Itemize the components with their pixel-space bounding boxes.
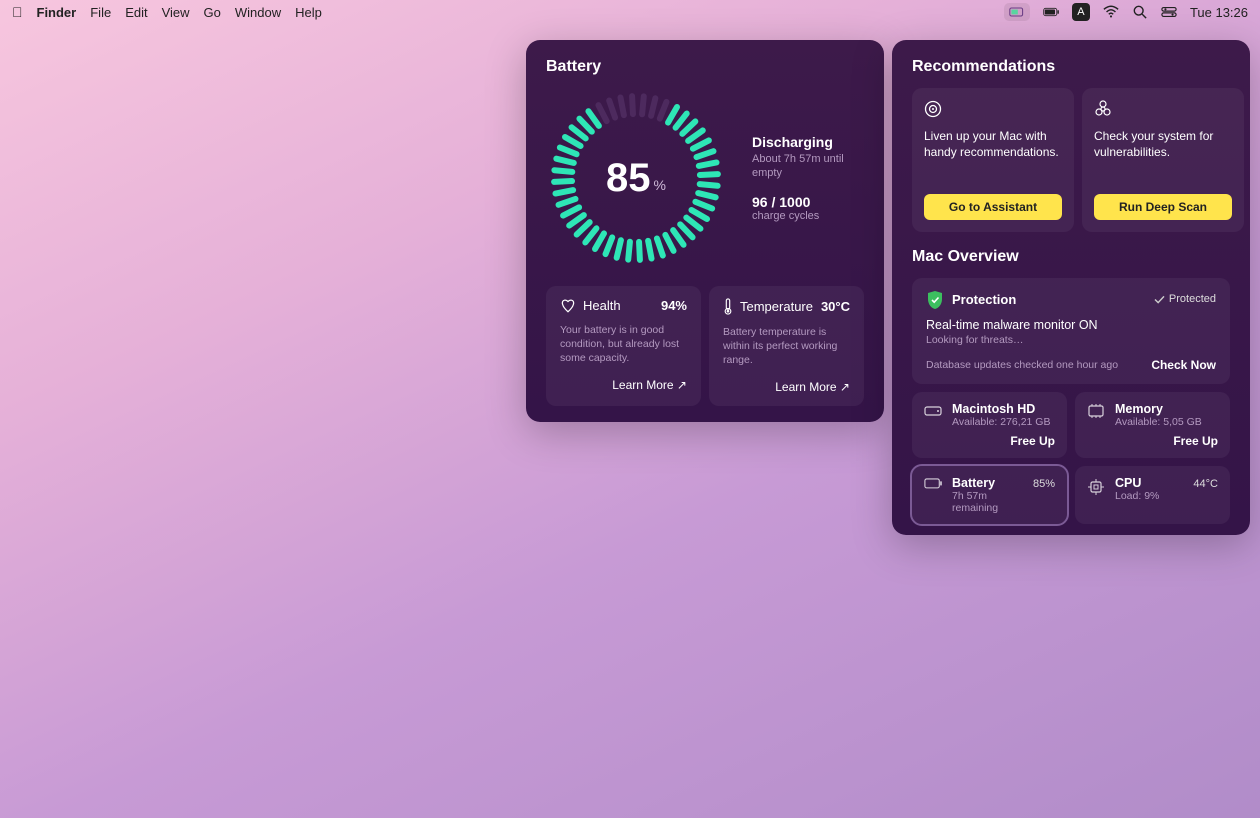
menubar-clock[interactable]: Tue 13:26 [1190,5,1248,20]
tile-battery[interactable]: Battery 7h 57m remaining 85% [912,466,1067,524]
menubar:  Finder File Edit View Go Window Help A… [0,0,1260,24]
thermometer-icon [723,298,733,315]
temp-learn-more[interactable]: Learn More ↗ [723,380,850,394]
tile-sub: Available: 276,21 GB [952,416,1055,428]
go-to-assistant-button[interactable]: Go to Assistant [924,194,1062,220]
recommendations-title: Recommendations [912,58,1230,76]
tile-sub: 7h 57m remaining [952,490,1023,514]
temp-label: Temperature [740,299,813,314]
search-icon[interactable] [1132,5,1148,19]
run-deep-scan-button[interactable]: Run Deep Scan [1094,194,1232,220]
tile-sub: Load: 9% [1115,490,1183,502]
battery-gauge: 85 % [546,88,726,268]
health-card: Health 94% Your battery is in good condi… [546,286,701,406]
temp-desc: Battery temperature is within its perfec… [723,325,850,368]
looking-threats: Looking for threats… [926,334,1216,346]
panel-footer: Clean up to 9,4 GB of Junk [912,532,1230,535]
battery-status: Discharging [752,134,864,150]
tile-title: Memory [1115,402,1218,416]
keyboard-indicator[interactable]: A [1072,3,1090,21]
free-up-memory-button[interactable]: Free Up [1115,434,1218,448]
protection-status: Protected [1154,293,1216,305]
health-desc: Your battery is in good condition, but a… [560,323,687,366]
rec-card-deep-scan: Check your system for vulnerabilities. R… [1082,88,1244,232]
tile-value: 44°C [1193,478,1218,490]
free-up-disk-button[interactable]: Free Up [952,434,1055,448]
battery-info: Discharging About 7h 57m until empty 96 … [752,134,864,223]
battery-title: Battery [546,58,864,76]
battery-time: About 7h 57m until empty [752,152,864,181]
disk-icon [924,404,942,422]
health-value: 94% [661,298,687,313]
tile-memory[interactable]: Memory Available: 5,05 GB Free Up [1075,392,1230,458]
menu-edit[interactable]: Edit [125,5,147,20]
temp-value: 30°C [821,299,850,314]
temperature-card: Temperature 30°C Battery temperature is … [709,286,864,406]
tile-title: CPU [1115,476,1183,490]
protection-card: Protection Protected Real-time malware m… [912,278,1230,384]
rec-card-assistant: Liven up your Mac with handy recommendat… [912,88,1074,232]
heart-icon [560,298,576,313]
protection-status-label: Protected [1169,293,1216,305]
health-label: Health [583,298,621,313]
tile-sub: Available: 5,05 GB [1115,416,1218,428]
wifi-icon[interactable] [1103,5,1119,19]
tile-disk[interactable]: Macintosh HD Available: 276,21 GB Free U… [912,392,1067,458]
shield-icon [926,290,944,308]
target-icon [924,100,942,118]
battery-cycles: 96 / 1000 [752,194,864,210]
battery-tile-icon [924,478,942,496]
control-center-icon[interactable] [1161,5,1177,19]
tile-cpu[interactable]: CPU Load: 9% 44°C [1075,466,1230,524]
battery-percent-symbol: % [654,177,666,193]
tile-title: Battery [952,476,1023,490]
tile-value: 85% [1033,478,1055,490]
menu-go[interactable]: Go [204,5,221,20]
battery-percent: 85 [606,156,651,201]
apple-menu-icon[interactable]:  [12,4,23,20]
overview-title: Mac Overview [912,248,1230,266]
status-icons: A Tue 13:26 [1004,3,1248,21]
db-update-status: Database updates checked one hour ago [926,359,1118,371]
battery-menubar-icon[interactable] [1043,5,1059,19]
menu-help[interactable]: Help [295,5,322,20]
menubar-app-icon[interactable] [1004,3,1030,21]
rec-card-text: Check your system for vulnerabilities. [1094,128,1232,194]
check-now-button[interactable]: Check Now [1151,358,1216,372]
rec-card-text: Liven up your Mac with handy recommendat… [924,128,1062,194]
realtime-status: Real-time malware monitor ON [926,318,1216,332]
menu-view[interactable]: View [162,5,190,20]
protection-label: Protection [952,292,1016,307]
biohazard-icon [1094,100,1112,118]
memory-icon [1087,404,1105,422]
recommendations-panel: Recommendations Liven up your Mac with h… [892,40,1250,535]
health-learn-more[interactable]: Learn More ↗ [560,378,687,392]
menu-file[interactable]: File [90,5,111,20]
tile-title: Macintosh HD [952,402,1055,416]
battery-cycles-label: charge cycles [752,210,864,222]
app-name[interactable]: Finder [37,5,77,20]
cpu-icon [1087,478,1105,496]
menu-window[interactable]: Window [235,5,281,20]
battery-panel: Battery 85 % Discharging About 7h 57m un… [526,40,884,422]
